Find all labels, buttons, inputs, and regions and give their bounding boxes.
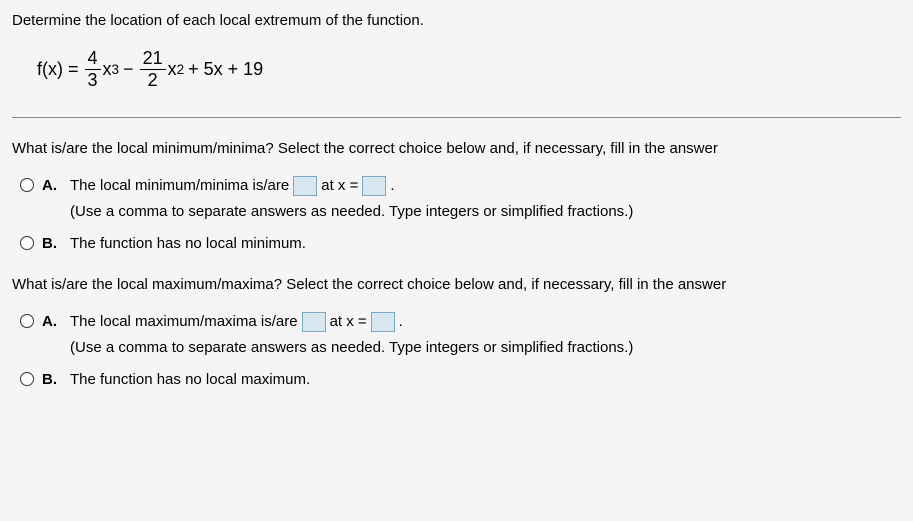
radio-icon[interactable] [20,236,34,250]
q2-choice-a[interactable]: A. The local maximum/maxima is/are at x … [20,311,901,359]
q2a-part2: at x = [330,311,367,334]
q2b-text: The function has no local maximum. [70,371,310,388]
function-formula: f(x) = 4 3 x3 − 21 2 x2 + 5x + 19 [37,48,901,92]
term2-var: x [168,56,177,83]
frac1-num: 4 [85,48,101,71]
choice-label: A. [42,175,57,198]
maximum-value-input[interactable] [302,312,326,332]
radio-icon[interactable] [20,314,34,328]
q1a-hint: (Use a comma to separate answers as need… [70,201,901,224]
q1a-part2: at x = [321,175,358,198]
q2-choice-b[interactable]: B. The function has no local maximum. [20,369,901,392]
q2a-part3: . [399,311,403,334]
choice-label: A. [42,311,57,334]
maximum-x-input[interactable] [371,312,395,332]
q2a-part1: The local maximum/maxima is/are [70,311,298,334]
frac2-num: 21 [140,48,166,71]
problem-prompt: Determine the location of each local ext… [12,10,901,33]
frac2-den: 2 [145,70,161,92]
q1a-part3: . [390,175,394,198]
question-minimum: What is/are the local minimum/minima? Se… [12,138,901,161]
q1-choice-a[interactable]: A. The local minimum/minima is/are at x … [20,175,901,223]
minimum-x-input[interactable] [362,176,386,196]
op-minus: − [123,56,134,83]
choice-label: B. [42,369,57,392]
radio-icon[interactable] [20,372,34,386]
choice-label: B. [42,233,57,256]
q2a-hint: (Use a comma to separate answers as need… [70,337,901,360]
q1a-part1: The local minimum/minima is/are [70,175,289,198]
formula-rest: + 5x + 19 [188,56,263,83]
question-maximum: What is/are the local maximum/maxima? Se… [12,274,901,297]
q1b-text: The function has no local minimum. [70,235,306,252]
fraction-21-2: 21 2 [140,48,166,92]
term1-var: x [103,56,112,83]
divider [12,117,901,118]
radio-icon[interactable] [20,178,34,192]
formula-lhs: f(x) = [37,56,79,83]
fraction-4-3: 4 3 [85,48,101,92]
minimum-value-input[interactable] [293,176,317,196]
frac1-den: 3 [85,70,101,92]
q1-choice-b[interactable]: B. The function has no local minimum. [20,233,901,256]
